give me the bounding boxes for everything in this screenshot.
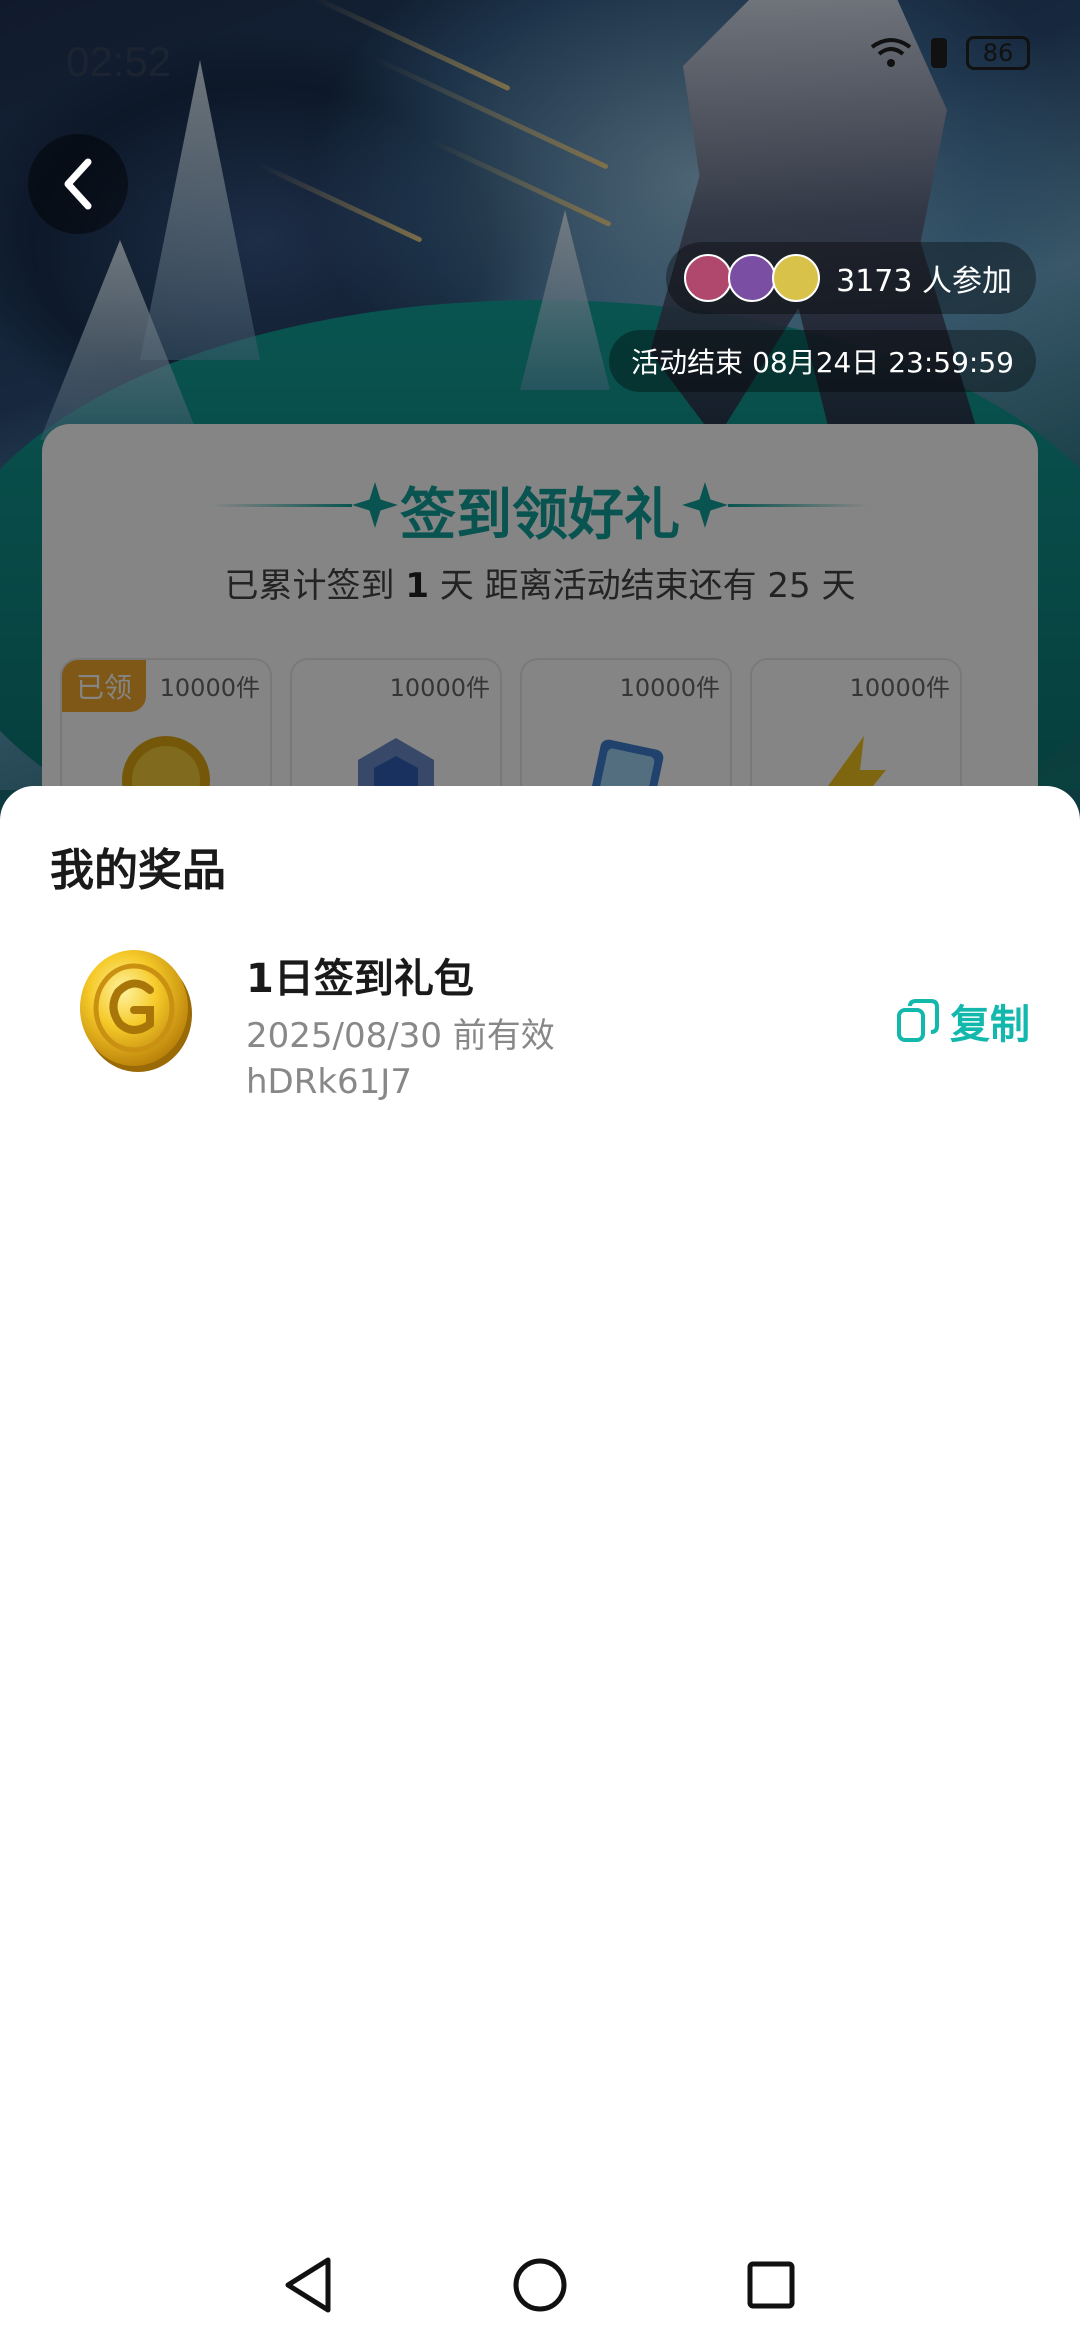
participants-count: 3173 人参加	[836, 264, 1012, 299]
prize-item: 1日签到礼包 2025/08/30 前有效 hDRk61J7 复制	[0, 936, 1080, 1116]
back-button[interactable]	[28, 134, 128, 234]
participants-badge: 3173 人参加	[666, 242, 1036, 314]
gold-coin-icon	[80, 950, 192, 1072]
chevron-left-icon	[64, 158, 92, 210]
status-time: 02:52	[66, 38, 172, 85]
prize-validity: 2025/08/30 前有效	[246, 1016, 555, 1056]
sheet-title: 我的奖品	[50, 845, 226, 896]
prize-code: hDRk61J7	[246, 1062, 412, 1102]
battery-icon: 86	[966, 36, 1030, 70]
nav-back-icon[interactable]	[274, 2250, 344, 2320]
nav-recents-icon[interactable]	[736, 2250, 806, 2320]
copy-button[interactable]: 复制	[896, 992, 1030, 1050]
status-icons: 86	[870, 36, 1030, 70]
avatar	[772, 254, 821, 302]
my-prizes-sheet: 我的奖品 1日签到礼包 2025/08/30 前有效 hDRk61J7 复制	[0, 786, 1080, 2340]
copy-label: 复制	[950, 1002, 1030, 1048]
notification-icon	[931, 38, 947, 68]
copy-icon	[897, 999, 939, 1042]
nav-home-icon[interactable]	[505, 2250, 575, 2320]
event-end-time: 活动结束 08月24日 23:59:59	[609, 330, 1036, 392]
wifi-icon	[870, 38, 912, 67]
prize-name: 1日签到礼包	[246, 956, 474, 1002]
avatar	[728, 254, 777, 302]
avatar	[684, 254, 733, 302]
system-nav-bar	[0, 2230, 1080, 2340]
status-bar: 02:52 86	[0, 0, 1080, 120]
